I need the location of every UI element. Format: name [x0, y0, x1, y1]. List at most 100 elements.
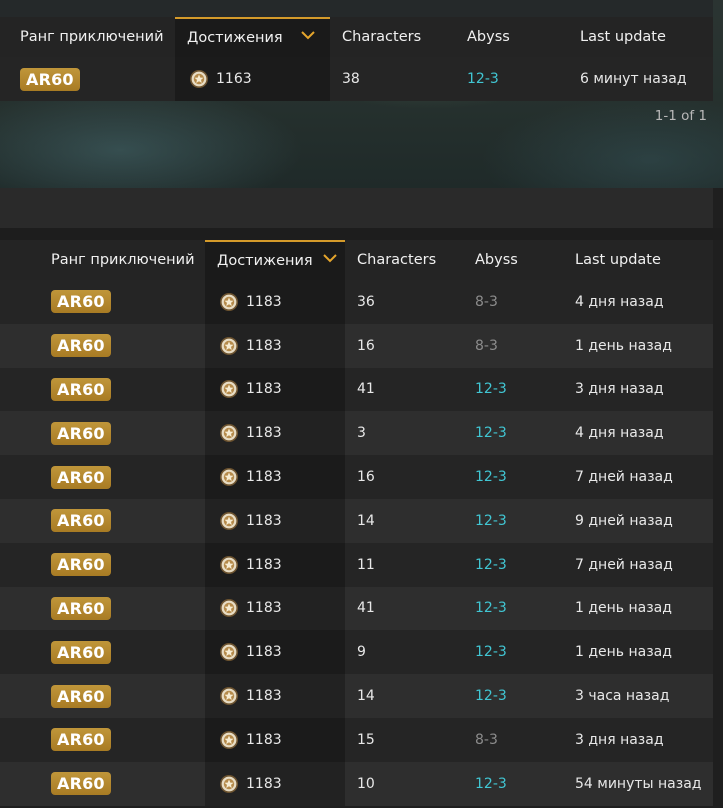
column-characters-header[interactable]: Characters	[342, 17, 421, 57]
last-update-value: 3 дня назад	[575, 381, 664, 398]
table-row[interactable]: AR60 1163 38 12-3 6 минут назад	[0, 57, 713, 101]
column-abyss-header[interactable]: Abyss	[475, 240, 518, 280]
abyss-cell: 8-3	[475, 718, 498, 762]
characters-value: 15	[357, 731, 375, 748]
column-achievements-header[interactable]: Достижения	[175, 17, 330, 57]
achievement-medal-icon	[220, 511, 238, 530]
column-characters-label: Characters	[342, 29, 422, 45]
table-row[interactable]: AR60 1183 14 12-3 9 дней назад	[0, 499, 713, 543]
abyss-cell: 8-3	[475, 324, 498, 368]
table-row[interactable]: AR60 1183 41 12-3 3 дня назад	[0, 367, 713, 412]
achievements-cell: 1183	[205, 323, 345, 368]
achievement-medal-icon	[190, 70, 208, 88]
last-update-cell: 4 дня назад	[575, 411, 664, 455]
abyss-value: 12-3	[475, 688, 507, 705]
achievement-medal-icon	[220, 380, 238, 399]
table-row[interactable]: AR60 1183 14 12-3 3 часа назад	[0, 674, 713, 718]
table-row[interactable]: AR60 1183 11 12-3 7 дней назад	[0, 542, 713, 587]
rank-cell: AR60	[51, 455, 111, 499]
abyss-value: 12-3	[475, 775, 507, 792]
achievement-medal-icon	[220, 599, 238, 618]
abyss-cell: 12-3	[475, 762, 507, 806]
last-update-cell: 54 минуты назад	[575, 762, 701, 806]
characters-cell: 36	[357, 280, 375, 324]
rank-cell: AR60	[51, 368, 111, 412]
column-abyss-header[interactable]: Abyss	[467, 17, 510, 57]
column-rank-header[interactable]: Ранг приключений	[51, 240, 195, 280]
column-achievements-header[interactable]: Достижения	[205, 240, 345, 280]
column-abyss-label: Abyss	[475, 252, 518, 268]
table-row[interactable]: AR60 1183 9 12-3 1 день назад	[0, 630, 713, 675]
achievement-medal-icon	[220, 292, 238, 311]
abyss-value: 8-3	[475, 337, 498, 354]
adventure-rank-badge: AR60	[51, 421, 111, 445]
achievements-cell: 1183	[205, 367, 345, 412]
achievements-value: 1183	[246, 337, 282, 354]
adventure-rank-badge: AR60	[51, 465, 111, 489]
table-row[interactable]: AR60 1183 3 12-3 4 дня назад	[0, 411, 713, 456]
characters-cell: 11	[357, 543, 375, 587]
achievements-cell: 1183	[205, 761, 345, 806]
characters-value: 16	[357, 469, 375, 486]
rank-cell: AR60	[51, 674, 111, 718]
abyss-value: 12-3	[475, 425, 507, 442]
characters-cell: 38	[342, 57, 360, 101]
achievements-cell: 1183	[205, 542, 345, 587]
achievements-cell: 1183	[205, 630, 345, 675]
column-last-update-label: Last update	[580, 29, 666, 45]
table-row[interactable]: AR60 1183 15 8-3 3 дня назад	[0, 718, 713, 762]
column-characters-header[interactable]: Characters	[357, 240, 436, 280]
characters-cell: 16	[357, 455, 375, 499]
table-row[interactable]: AR60 1183 16 12-3 7 дней назад	[0, 455, 713, 499]
rank-cell: AR60	[51, 411, 111, 455]
table-row[interactable]: AR60 1183 41 12-3 1 день назад	[0, 586, 713, 631]
adventure-rank-badge: AR60	[51, 377, 111, 401]
characters-value: 38	[342, 71, 360, 87]
achievements-value: 1183	[246, 556, 282, 573]
abyss-cell: 12-3	[475, 499, 507, 543]
column-abyss-label: Abyss	[467, 29, 510, 45]
rank-cell: AR60	[51, 630, 111, 674]
achievements-cell: 1183	[205, 455, 345, 499]
rank-cell: AR60	[51, 762, 111, 806]
characters-cell: 14	[357, 499, 375, 543]
last-update-value: 1 день назад	[575, 644, 672, 661]
column-last-update-header[interactable]: Last update	[580, 17, 666, 57]
column-achievements-label: Достижения	[217, 253, 313, 269]
achievement-medal-icon	[220, 774, 238, 793]
achievements-value: 1183	[246, 469, 282, 486]
abyss-cell: 12-3	[475, 368, 507, 412]
achievements-value: 1183	[246, 775, 282, 792]
adventure-rank-badge: AR60	[51, 728, 111, 752]
top-table-header: Ранг приключений Достижения Characters A…	[0, 17, 713, 57]
abyss-cell: 12-3	[475, 543, 507, 587]
abyss-value: 12-3	[475, 644, 507, 661]
characters-value: 10	[357, 775, 375, 792]
last-update-cell: 6 минут назад	[580, 57, 687, 101]
column-last-update-label: Last update	[575, 252, 661, 268]
achievements-cell: 1183	[205, 586, 345, 631]
characters-value: 36	[357, 293, 375, 310]
achievements-cell: 1183	[205, 674, 345, 718]
achievement-medal-icon	[220, 468, 238, 487]
column-last-update-header[interactable]: Last update	[575, 240, 661, 280]
achievements-value: 1163	[216, 71, 252, 87]
column-rank-header[interactable]: Ранг приключений	[20, 17, 164, 57]
top-strip	[0, 0, 713, 17]
achievement-medal-icon	[220, 687, 238, 706]
last-update-cell: 3 дня назад	[575, 718, 664, 762]
last-update-value: 1 день назад	[575, 337, 672, 354]
characters-value: 16	[357, 337, 375, 354]
characters-value: 41	[357, 381, 375, 398]
table-row[interactable]: AR60 1183 16 8-3 1 день назад	[0, 323, 713, 368]
section-divider	[0, 188, 713, 228]
achievements-value: 1183	[246, 731, 282, 748]
table-row[interactable]: AR60 1183 10 12-3 54 минуты назад	[0, 761, 713, 806]
last-update-cell: 1 день назад	[575, 324, 672, 368]
abyss-value: 8-3	[475, 731, 498, 748]
rank-cell: AR60	[51, 718, 111, 762]
last-update-value: 54 минуты назад	[575, 775, 702, 792]
characters-cell: 15	[357, 718, 375, 762]
rank-cell: AR60	[51, 543, 111, 587]
table-row[interactable]: AR60 1183 36 8-3 4 дня назад	[0, 280, 713, 324]
